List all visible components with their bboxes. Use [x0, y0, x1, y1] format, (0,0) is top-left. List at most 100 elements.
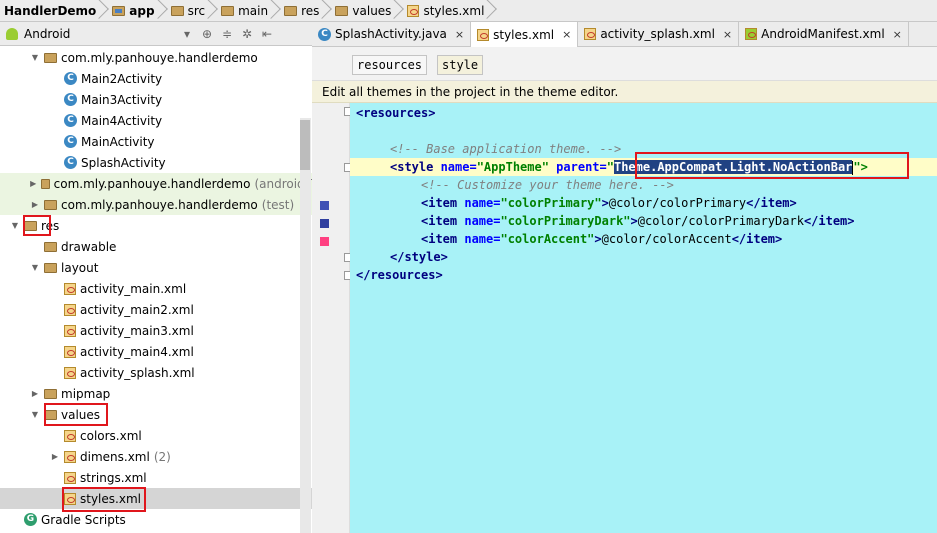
navigation-breadcrumb: HandlerDemo app src main res values styl… — [0, 0, 937, 22]
collapsed-arrow-icon[interactable]: ▶ — [30, 179, 37, 188]
breadcrumb-main[interactable]: main — [217, 0, 280, 21]
xml-file-icon — [64, 429, 76, 442]
tree-item-label: activity_main2.xml — [80, 302, 194, 317]
tree-item[interactable]: activity_main4.xml — [0, 341, 312, 362]
code-line-item-primary: <item name="colorPrimary">@color/colorPr… — [421, 196, 797, 210]
xml-file-icon — [64, 282, 76, 295]
collapsed-arrow-icon[interactable]: ▶ — [30, 200, 40, 209]
tab-activity_splash-xml[interactable]: activity_splash.xml × — [578, 22, 740, 46]
xml-file-icon — [407, 4, 420, 17]
close-tab-icon[interactable]: × — [455, 28, 464, 41]
tree-item[interactable]: C Main2Activity — [0, 68, 312, 89]
project-view-selector[interactable]: Android — [24, 27, 174, 41]
class-icon: C — [64, 93, 77, 106]
tab-label: AndroidManifest.xml — [761, 27, 885, 41]
breadcrumb-project[interactable]: HandlerDemo — [0, 0, 108, 21]
xml-file-icon — [64, 366, 76, 379]
class-icon: C — [64, 72, 77, 85]
tree-item[interactable]: ▼ com.mly.panhouye.handlerdemo — [0, 47, 312, 68]
color-swatch-primary[interactable] — [320, 201, 329, 210]
tree-item-label: strings.xml — [80, 470, 147, 485]
class-icon: C — [64, 156, 77, 169]
globe-icon[interactable]: ⊕ — [200, 27, 214, 41]
tree-item-label: mipmap — [61, 386, 111, 401]
code-line-3: <!-- Base application theme. --> — [390, 142, 622, 156]
xml-file-icon — [477, 28, 490, 41]
tree-item-label: activity_splash.xml — [80, 365, 195, 380]
chevron-down-icon[interactable]: ▾ — [180, 27, 194, 41]
tab-androidmanifest-xml[interactable]: AndroidManifest.xml × — [739, 22, 909, 46]
tree-item[interactable]: activity_main.xml — [0, 278, 312, 299]
tree-item[interactable]: drawable — [0, 236, 312, 257]
tree-item[interactable]: C MainActivity — [0, 131, 312, 152]
tree-item-label: colors.xml — [80, 428, 142, 443]
expanded-arrow-icon[interactable]: ▼ — [10, 221, 20, 230]
sort-icon[interactable]: ≑ — [220, 27, 234, 41]
xml-crumb-style[interactable]: style — [437, 55, 484, 75]
breadcrumb-src[interactable]: src — [167, 0, 218, 21]
breadcrumb-styles[interactable]: styles.xml — [403, 0, 496, 21]
tree-item-label: com.mly.panhouye.handlerdemo — [61, 50, 258, 65]
tree-item-label: Gradle Scripts — [41, 512, 126, 527]
code-line-item-accent: <item name="colorAccent">@color/colorAcc… — [421, 232, 783, 246]
tree-scrollbar-thumb[interactable] — [300, 120, 310, 170]
highlight-box-values — [44, 403, 108, 426]
tree-item[interactable]: activity_main3.xml — [0, 320, 312, 341]
tree-item-label: SplashActivity — [81, 155, 166, 170]
folder-icon — [44, 241, 57, 252]
tree-item-label: com.mly.panhouye.handlerdemo — [53, 176, 251, 191]
close-tab-icon[interactable]: × — [723, 28, 732, 41]
module-folder-icon — [112, 5, 126, 16]
class-icon: C — [64, 135, 77, 148]
breadcrumb-res[interactable]: res — [280, 0, 331, 21]
settings-icon[interactable]: ✲ — [240, 27, 254, 41]
editor-tabs: C SplashActivity.java × styles.xml × activity… — [312, 22, 937, 47]
tree-item-suffix: (test) — [261, 197, 295, 212]
tree-item[interactable]: C Main3Activity — [0, 89, 312, 110]
color-swatch-accent[interactable] — [320, 237, 329, 246]
tree-item[interactable]: G Gradle Scripts — [0, 509, 312, 530]
tree-item-label: activity_main.xml — [80, 281, 187, 296]
tree-item[interactable]: activity_main2.xml — [0, 299, 312, 320]
tree-item-label: Main3Activity — [81, 92, 163, 107]
tree-item-label: dimens.xml — [80, 449, 150, 464]
res-folder-icon — [284, 5, 298, 16]
close-tab-icon[interactable]: × — [893, 28, 902, 41]
collapse-icon[interactable]: ⇤ — [260, 27, 274, 41]
tree-item[interactable]: activity_splash.xml — [0, 362, 312, 383]
tree-item[interactable]: colors.xml — [0, 425, 312, 446]
xml-breadcrumb-bar: resources style — [312, 47, 937, 81]
tree-item[interactable]: ▶ dimens.xml (2) — [0, 446, 312, 467]
breadcrumb-values[interactable]: values — [331, 0, 403, 21]
theme-editor-banner[interactable]: Edit all themes in the project in the th… — [312, 81, 937, 103]
package-icon — [44, 199, 57, 210]
tab-styles-xml[interactable]: styles.xml × — [471, 22, 579, 47]
breadcrumb-app[interactable]: app — [108, 0, 166, 21]
expanded-arrow-icon[interactable]: ▼ — [30, 263, 40, 272]
code-line-10: </resources> — [356, 268, 443, 282]
tree-item[interactable]: ▶ mipmap — [0, 383, 312, 404]
tree-item[interactable]: ▶ com.mly.panhouye.handlerdemo (androidT — [0, 173, 312, 194]
expanded-arrow-icon[interactable]: ▼ — [30, 53, 40, 62]
folder-icon — [221, 5, 235, 16]
tree-scrollbar-track[interactable] — [300, 118, 311, 533]
tree-item[interactable]: C SplashActivity — [0, 152, 312, 173]
tree-item[interactable]: strings.xml — [0, 467, 312, 488]
tree-item[interactable]: ▶ com.mly.panhouye.handlerdemo (test) — [0, 194, 312, 215]
tab-splashactivity-java[interactable]: C SplashActivity.java × — [312, 22, 472, 46]
code-line-1: <resources> — [356, 106, 436, 120]
collapsed-arrow-icon[interactable]: ▶ — [50, 452, 60, 461]
class-icon: C — [318, 27, 331, 41]
tree-item[interactable]: ▼ layout — [0, 257, 312, 278]
xml-file-icon — [64, 450, 76, 463]
close-tab-icon[interactable]: × — [562, 28, 571, 41]
tree-item[interactable]: C Main4Activity — [0, 110, 312, 131]
xml-crumb-resources[interactable]: resources — [352, 55, 428, 75]
color-swatch-primary-dark[interactable] — [320, 219, 329, 228]
highlight-box-res — [23, 215, 51, 236]
tree-item[interactable]: styles.xml — [0, 488, 312, 509]
tab-label: styles.xml — [493, 27, 555, 42]
expanded-arrow-icon[interactable]: ▼ — [30, 410, 40, 419]
tab-label: activity_splash.xml — [600, 27, 715, 41]
collapsed-arrow-icon[interactable]: ▶ — [30, 389, 40, 398]
